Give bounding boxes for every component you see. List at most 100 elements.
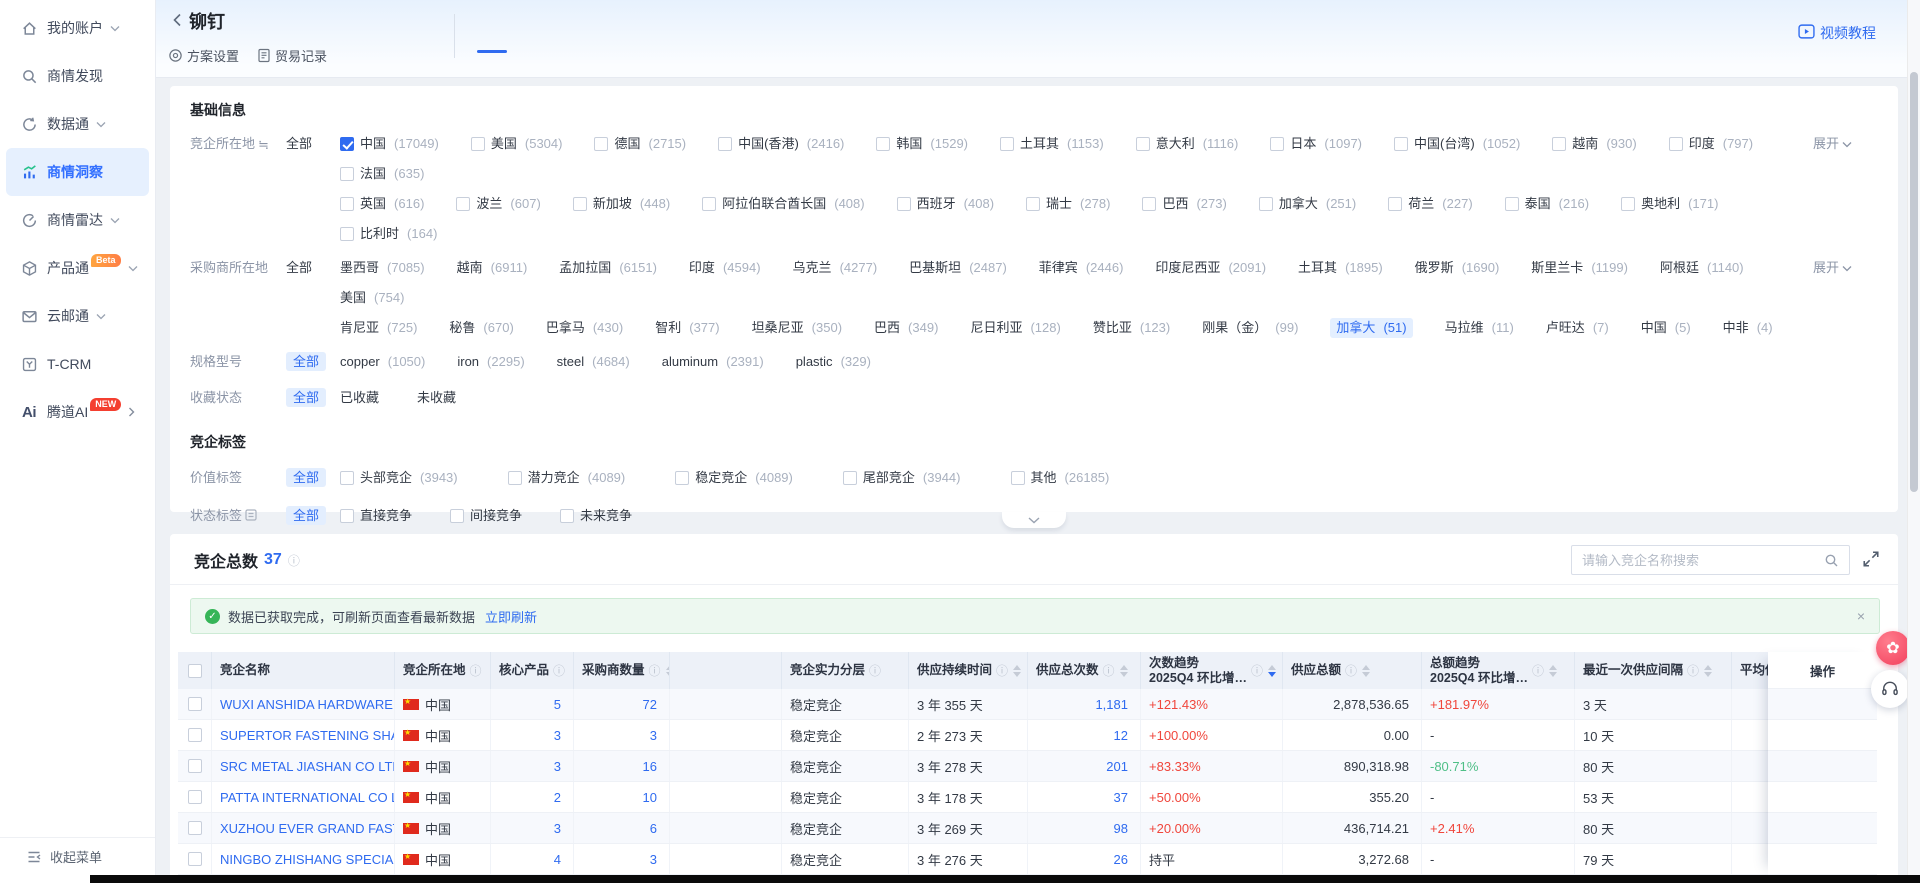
checkbox[interactable]: [594, 137, 608, 151]
subtab[interactable]: [477, 44, 507, 53]
sidebar-item[interactable]: T-CRM: [6, 340, 149, 388]
filter-all-option[interactable]: 全部: [286, 134, 340, 154]
scrollbar-thumb[interactable]: [1910, 72, 1918, 492]
country-text-option[interactable]: 巴西 (349): [874, 318, 938, 338]
sort-icon[interactable]: [1362, 665, 1370, 677]
tag-checkbox-option[interactable]: 其他 (26185): [1011, 468, 1110, 488]
country-checkbox-option[interactable]: 印度 (797): [1669, 134, 1753, 154]
tag-checkbox-option[interactable]: 头部竞企 (3943): [340, 468, 458, 488]
cell-company-name[interactable]: NINGBO ZHISHANG SPECIAL FAST...: [212, 844, 395, 874]
select-all-checkbox[interactable]: [188, 664, 202, 678]
sidebar-item[interactable]: 数据通: [6, 100, 149, 148]
quick-link[interactable]: 贸易记录: [257, 46, 327, 65]
checkbox[interactable]: [702, 197, 716, 211]
country-checkbox-option[interactable]: 阿拉伯联合酋长国 (408): [702, 194, 864, 214]
search-icon[interactable]: [1824, 553, 1839, 568]
country-checkbox-option[interactable]: 波兰 (607): [456, 194, 540, 214]
country-text-option[interactable]: 中国 (5): [1641, 318, 1691, 338]
expand-link[interactable]: 展开: [1813, 134, 1852, 154]
country-checkbox-option[interactable]: 中国 (17049): [340, 134, 439, 154]
checkbox[interactable]: [340, 137, 354, 151]
filter-all-option[interactable]: 全部: [286, 388, 340, 408]
country-text-option[interactable]: 智利 (377): [655, 318, 719, 338]
cell-supply-count[interactable]: 1,181: [1028, 689, 1141, 719]
promo-float-icon[interactable]: ✿: [1876, 631, 1910, 665]
cell-company-name[interactable]: SUPERTOR FASTENING SHANGHAI...: [212, 720, 395, 750]
country-checkbox-option[interactable]: 意大利 (1116): [1136, 134, 1239, 154]
tag-checkbox-option[interactable]: 尾部竞企 (3944): [843, 468, 961, 488]
checkbox[interactable]: [508, 471, 522, 485]
country-text-option[interactable]: 阿根廷 (1140): [1660, 258, 1744, 278]
back-icon[interactable]: [169, 11, 187, 29]
country-checkbox-option[interactable]: 瑞士 (278): [1026, 194, 1110, 214]
video-tutorial-link[interactable]: 视频教程: [1798, 23, 1876, 43]
filter-all-option[interactable]: 全部: [286, 506, 340, 526]
cell-buyer-count[interactable]: 3: [574, 720, 670, 750]
cell-core-products[interactable]: 4: [491, 844, 574, 874]
country-checkbox-option[interactable]: 土耳其 (1153): [1000, 134, 1104, 154]
sidebar-item[interactable]: 云邮通: [6, 292, 149, 340]
fullscreen-icon[interactable]: [1862, 550, 1880, 568]
row-checkbox[interactable]: [188, 759, 202, 773]
checkbox[interactable]: [340, 197, 354, 211]
sidebar-item[interactable]: 商情洞察: [6, 148, 149, 196]
checkbox[interactable]: [1669, 137, 1683, 151]
info-icon[interactable]: ⓘ: [288, 552, 300, 569]
country-checkbox-option[interactable]: 中国(台湾) (1052): [1394, 134, 1520, 154]
tag-checkbox-option[interactable]: 潜力竞企 (4089): [508, 468, 626, 488]
spec-option[interactable]: steel (4684): [557, 352, 630, 372]
country-text-option[interactable]: 马拉维 (11): [1445, 318, 1514, 338]
cell-buyer-count[interactable]: 3: [574, 844, 670, 874]
column-header[interactable]: 总额趋势2025Q4 环比增… ⓘ: [1422, 652, 1575, 689]
swap-icon[interactable]: ≒: [258, 135, 269, 155]
refresh-now-link[interactable]: 立即刷新: [485, 607, 537, 626]
tag-checkbox-option[interactable]: 未来竞争: [560, 506, 632, 526]
info-icon[interactable]: ⓘ: [1687, 662, 1699, 679]
favorite-option[interactable]: 已收藏: [340, 388, 379, 408]
country-text-option[interactable]: 巴拿马 (430): [546, 318, 623, 338]
checkbox[interactable]: [843, 471, 857, 485]
checkbox[interactable]: [573, 197, 587, 211]
row-checkbox[interactable]: [188, 852, 202, 866]
country-checkbox-option[interactable]: 巴西 (273): [1142, 194, 1226, 214]
cell-company-name[interactable]: PATTA INTERNATIONAL CO LTD: [212, 782, 395, 812]
favorite-option[interactable]: 未收藏: [417, 388, 456, 408]
column-header[interactable]: 供应持续时间 ⓘ: [909, 652, 1028, 689]
checkbox[interactable]: [876, 137, 890, 151]
collapse-menu-button[interactable]: 收起菜单: [0, 837, 155, 875]
checkbox[interactable]: [897, 197, 911, 211]
cell-buyer-count[interactable]: 6: [574, 813, 670, 843]
country-checkbox-option[interactable]: 德国 (2715): [594, 134, 686, 154]
checkbox[interactable]: [340, 471, 354, 485]
country-checkbox-option[interactable]: 比利时 (164): [340, 224, 437, 244]
list-icon[interactable]: [245, 509, 257, 521]
sidebar-item[interactable]: 我的账户: [6, 4, 149, 52]
spec-option[interactable]: iron (2295): [457, 352, 524, 372]
checkbox[interactable]: [1026, 197, 1040, 211]
country-text-option[interactable]: 俄罗斯 (1690): [1415, 258, 1500, 278]
country-text-option[interactable]: 美国 (754): [340, 288, 404, 308]
cell-buyer-count[interactable]: 16: [574, 751, 670, 781]
info-icon[interactable]: ⓘ: [553, 662, 565, 679]
filter-all-option[interactable]: 全部: [286, 258, 340, 278]
checkbox[interactable]: [1621, 197, 1635, 211]
expand-link[interactable]: 展开: [1813, 258, 1852, 278]
info-icon[interactable]: ⓘ: [996, 662, 1008, 679]
tag-checkbox-option[interactable]: 间接竞争: [450, 506, 522, 526]
cell-company-name[interactable]: SRC METAL JIASHAN CO LTD: [212, 751, 395, 781]
country-text-option[interactable]: 加拿大 (51): [1330, 318, 1412, 338]
country-text-option[interactable]: 墨西哥 (7085): [340, 258, 425, 278]
checkbox[interactable]: [1136, 137, 1150, 151]
customer-service-button[interactable]: [1871, 670, 1909, 708]
checkbox[interactable]: [1394, 137, 1408, 151]
country-checkbox-option[interactable]: 加拿大 (251): [1259, 194, 1356, 214]
cell-buyer-count[interactable]: 10: [574, 782, 670, 812]
row-checkbox[interactable]: [188, 790, 202, 804]
country-checkbox-option[interactable]: 韩国 (1529): [876, 134, 968, 154]
column-header[interactable]: 采购商数量 ⓘ: [574, 652, 670, 689]
cell-company-name[interactable]: XUZHOU EVER GRAND FASTENERS...: [212, 813, 395, 843]
search-input[interactable]: [1582, 553, 1824, 568]
country-checkbox-option[interactable]: 越南 (930): [1552, 134, 1636, 154]
collapse-filter-handle[interactable]: [1002, 512, 1066, 528]
checkbox[interactable]: [718, 137, 732, 151]
